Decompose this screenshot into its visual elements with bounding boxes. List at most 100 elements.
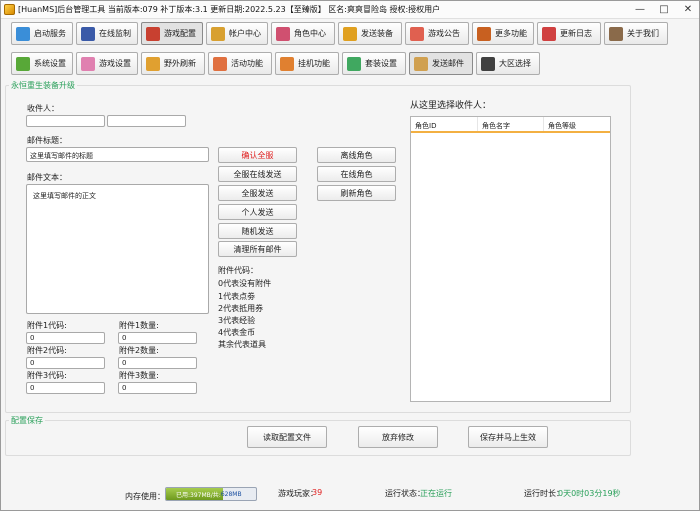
- attach3-qty-input[interactable]: 0: [118, 382, 197, 394]
- log-icon: [542, 26, 556, 41]
- tab-notice[interactable]: 游戏公告: [405, 22, 469, 45]
- main-toolbar: 启动服务 在线监制 游戏配置 帐户中心 角色中心 发送装备 游戏公告 更多功能 更新日志 关于我们: [11, 22, 668, 45]
- attach1-qty-input[interactable]: 0: [118, 332, 197, 344]
- refresh-icon: [146, 56, 160, 71]
- tab-label: 更多功能: [495, 29, 527, 38]
- subject-input[interactable]: 这里填写邮件的标题: [26, 147, 209, 162]
- status-bar: 内存使用： 已用:397MB/共: 628MB 游戏玩家： 39 运行状态： 正在…: [1, 479, 699, 507]
- app-icon: [4, 4, 15, 15]
- clear-mail-button[interactable]: 清理所有邮件: [218, 241, 297, 257]
- list-header: 角色ID 角色名字 角色等级: [411, 117, 610, 133]
- window-title: [HuanMS]后台管理工具 当前版本:079 补丁版本:3.1 更新日期:20…: [18, 5, 441, 14]
- tab-label: 大区选择: [499, 59, 531, 68]
- memory-total: 628MB: [220, 490, 242, 498]
- tab-character[interactable]: 角色中心: [271, 22, 335, 45]
- tab-label: 挂机功能: [298, 59, 330, 68]
- tab-activity[interactable]: 活动功能: [208, 52, 272, 75]
- load-config-button[interactable]: 读取配置文件: [247, 426, 327, 448]
- about-icon: [609, 26, 623, 41]
- tab-label: 在线监制: [99, 29, 131, 38]
- refresh-role-button[interactable]: 刷新角色: [317, 185, 396, 201]
- config-group-title: 配置保存: [9, 415, 45, 426]
- attach-code-title: 附件代码：: [218, 266, 258, 275]
- tab-more[interactable]: 更多功能: [472, 22, 534, 45]
- activity-icon: [213, 56, 227, 71]
- tab-suit[interactable]: 套装设置: [342, 52, 406, 75]
- tab-server[interactable]: 启动服务: [11, 22, 73, 45]
- tab-label: 发送装备: [361, 29, 393, 38]
- close-button[interactable]: ✕: [681, 3, 695, 16]
- tab-region[interactable]: 大区选择: [476, 52, 540, 75]
- notice-icon: [410, 26, 424, 41]
- recipient-input-1[interactable]: [26, 115, 105, 127]
- attach2-code-input[interactable]: 0: [26, 357, 105, 369]
- body-textarea[interactable]: 这里填写邮件的正文: [26, 184, 209, 314]
- more-icon: [477, 26, 491, 41]
- title-bar: [HuanMS]后台管理工具 当前版本:079 补丁版本:3.1 更新日期:20…: [1, 1, 699, 19]
- tab-mail[interactable]: 发送邮件: [409, 52, 473, 75]
- tab-game[interactable]: 游戏设置: [76, 52, 138, 75]
- mail-group-title: 永恒重生装备升级: [9, 80, 77, 91]
- recipient-input-2[interactable]: [107, 115, 186, 127]
- attach1-code-input[interactable]: 0: [26, 332, 105, 344]
- tab-label: 发送邮件: [432, 59, 464, 68]
- tab-label: 关于我们: [627, 29, 659, 38]
- players-value: 39: [312, 488, 323, 497]
- attach-code-0: 0代表没有附件: [218, 279, 272, 288]
- uptime-value: 0天0时03分19秒: [558, 489, 621, 498]
- save-apply-button[interactable]: 保存并马上生效: [468, 426, 548, 448]
- tab-label: 活动功能: [231, 59, 263, 68]
- attach2-qty-input[interactable]: 0: [118, 357, 197, 369]
- tab-label: 野外刷新: [164, 59, 196, 68]
- online-role-button[interactable]: 在线角色: [317, 166, 396, 182]
- server-icon: [16, 26, 30, 41]
- attach1-code-label: 附件1代码:: [27, 321, 67, 330]
- memory-used: 已用:397MB/共:: [176, 491, 221, 499]
- config-icon: [146, 26, 160, 41]
- system-icon: [16, 56, 30, 71]
- tab-refresh[interactable]: 野外刷新: [141, 52, 205, 75]
- tab-label: 帐户中心: [229, 29, 261, 38]
- equipment-icon: [343, 26, 357, 41]
- game-icon: [81, 56, 95, 71]
- recipient-list[interactable]: 角色ID 角色名字 角色等级: [410, 116, 611, 402]
- column-role-level[interactable]: 角色等级: [544, 117, 610, 131]
- column-role-name[interactable]: 角色名字: [478, 117, 544, 131]
- send-personal-button[interactable]: 个人发送: [218, 204, 297, 220]
- run-state-value: 正在运行: [420, 489, 452, 498]
- maximize-button[interactable]: □: [657, 3, 671, 16]
- memory-bar: 已用:397MB/共: 628MB: [165, 487, 257, 501]
- tab-label: 启动服务: [34, 29, 66, 38]
- offline-role-button[interactable]: 离线角色: [317, 147, 396, 163]
- tab-log[interactable]: 更新日志: [537, 22, 601, 45]
- tab-idle[interactable]: 挂机功能: [275, 52, 339, 75]
- tab-label: 系统设置: [34, 59, 66, 68]
- body-label: 邮件文本：: [27, 173, 67, 182]
- send-all-online-button[interactable]: 全服在线发送: [218, 166, 297, 182]
- minimize-button[interactable]: —: [633, 3, 647, 16]
- monitor-icon: [81, 26, 95, 41]
- idle-icon: [280, 56, 294, 71]
- send-all-button[interactable]: 全服发送: [218, 185, 297, 201]
- tab-label: 游戏公告: [428, 29, 460, 38]
- attach3-code-input[interactable]: 0: [26, 382, 105, 394]
- attach-code-3: 3代表经验: [218, 316, 256, 325]
- suit-icon: [347, 56, 361, 71]
- region-icon: [481, 56, 495, 71]
- attach-code-4: 4代表金币: [218, 328, 256, 337]
- tab-label: 游戏设置: [99, 59, 131, 68]
- tab-system[interactable]: 系统设置: [11, 52, 73, 75]
- attach-code-2: 2代表抵用券: [218, 304, 264, 313]
- mem-label: 内存使用：: [125, 492, 165, 501]
- tab-monitor[interactable]: 在线监制: [76, 22, 138, 45]
- confirm-all-button[interactable]: 确认全服: [218, 147, 297, 163]
- send-random-button[interactable]: 随机发送: [218, 223, 297, 239]
- tab-config[interactable]: 游戏配置: [141, 22, 203, 45]
- column-role-id[interactable]: 角色ID: [411, 117, 478, 131]
- tab-account[interactable]: 帐户中心: [206, 22, 268, 45]
- attach-code-1: 1代表点劵: [218, 292, 256, 301]
- tab-equipment[interactable]: 发送装备: [338, 22, 402, 45]
- main-window: [HuanMS]后台管理工具 当前版本:079 补丁版本:3.1 更新日期:20…: [0, 0, 700, 511]
- discard-changes-button[interactable]: 放弃修改: [358, 426, 438, 448]
- tab-about[interactable]: 关于我们: [604, 22, 668, 45]
